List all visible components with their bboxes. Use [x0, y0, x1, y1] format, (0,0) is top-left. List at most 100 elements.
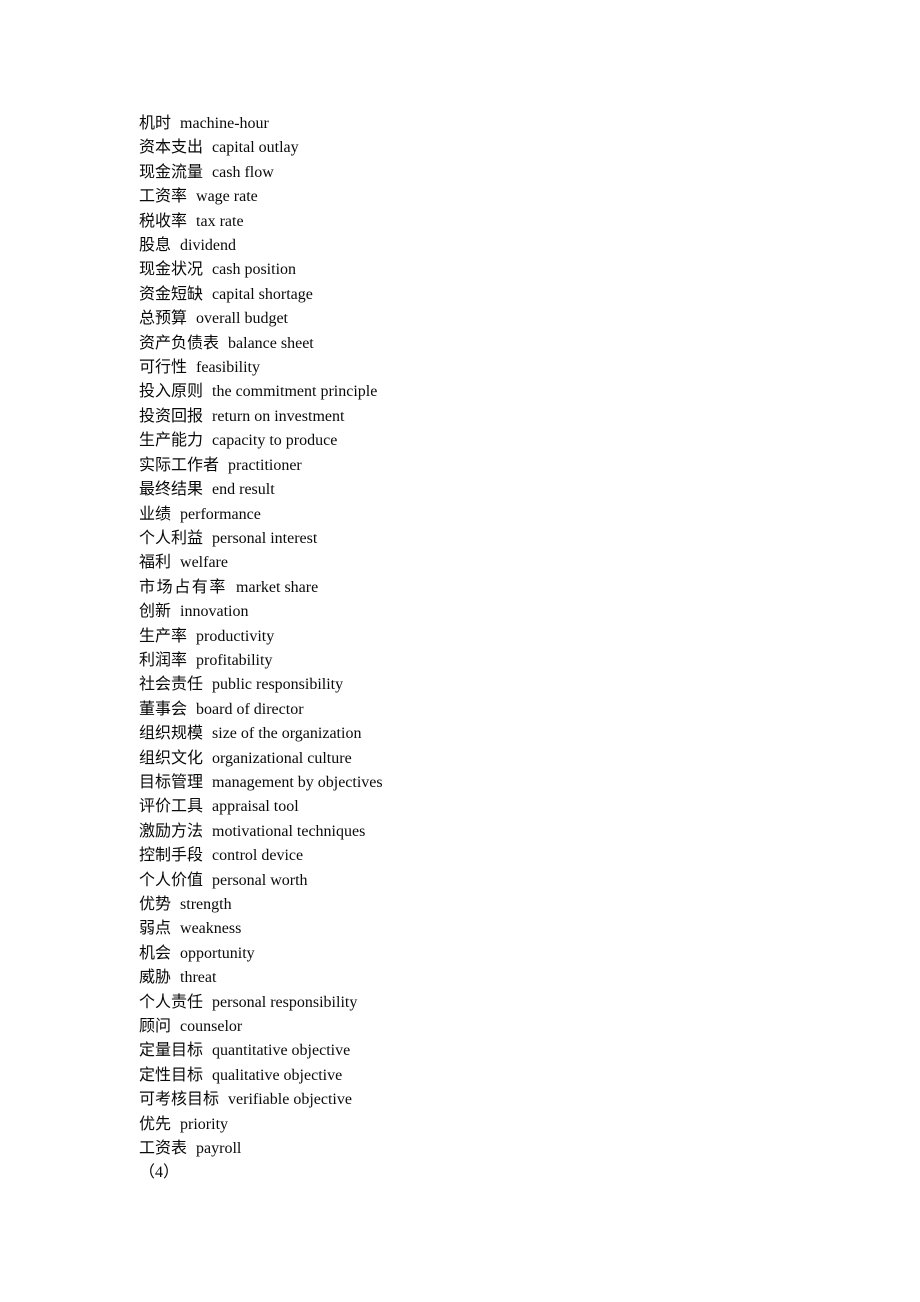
- glossary-entry: 可考核目标 verifiable objective: [139, 1088, 839, 1112]
- glossary-entry: 生产能力 capacity to produce: [139, 429, 839, 453]
- glossary-entry: 工资率 wage rate: [139, 185, 839, 209]
- entry-term: 定量目标: [139, 1042, 204, 1060]
- document-page: 机时 machine-hour 资本支出 capital outlay 现金流量 cash…: [0, 0, 920, 1302]
- entry-term: 利润率: [139, 651, 188, 669]
- glossary-entry: 投入原则 the commitment principle: [139, 380, 839, 404]
- entry-gloss: board of director: [196, 700, 304, 718]
- entry-gloss: end result: [212, 481, 275, 499]
- glossary-entry: 社会责任 public responsibility: [139, 673, 839, 697]
- entry-gloss: threat: [180, 969, 217, 987]
- entry-term: 业绩: [139, 505, 172, 523]
- glossary-entry: 最终结果 end result: [139, 478, 839, 502]
- glossary-entry: 业绩 performance: [139, 503, 839, 527]
- entry-term: 股息: [139, 237, 172, 255]
- entry-gloss: wage rate: [196, 188, 258, 206]
- glossary-entry: 生产率 productivity: [139, 625, 839, 649]
- entry-gloss: dividend: [180, 237, 237, 255]
- entry-term: 工资表: [139, 1140, 188, 1158]
- entry-gloss: control device: [212, 847, 304, 865]
- glossary-entry: 优先 priority: [139, 1113, 839, 1137]
- entry-term: 现金状况: [139, 261, 204, 279]
- glossary-entry: 机时 machine-hour: [139, 112, 839, 136]
- glossary-entry: 现金流量 cash flow: [139, 161, 839, 185]
- glossary-entry: 利润率 profitability: [139, 649, 839, 673]
- entry-gloss: balance sheet: [228, 334, 314, 352]
- glossary-entry: 董事会 board of director: [139, 698, 839, 722]
- entry-term: 工资率: [139, 188, 188, 206]
- entry-term: 投入原则: [139, 383, 204, 401]
- entry-term: 定性目标: [139, 1066, 204, 1084]
- glossary-entry: 优势 strength: [139, 893, 839, 917]
- entry-gloss: cash flow: [212, 163, 274, 181]
- entry-gloss: verifiable objective: [228, 1091, 352, 1109]
- entry-gloss: payroll: [196, 1140, 242, 1158]
- glossary-entry: 顾问 counselor: [139, 1015, 839, 1039]
- entry-term: 个人价值: [139, 871, 204, 889]
- entry-gloss: cash position: [212, 261, 297, 279]
- entry-gloss: counselor: [180, 1018, 243, 1036]
- entry-term: 生产率: [139, 627, 188, 645]
- entry-gloss: organizational culture: [212, 749, 352, 767]
- entry-term: 组织文化: [139, 749, 204, 767]
- entry-gloss: profitability: [196, 651, 273, 669]
- entry-term: 资金短缺: [139, 285, 204, 303]
- entry-gloss: capital outlay: [212, 139, 299, 157]
- glossary-entry: 工资表 payroll: [139, 1137, 839, 1161]
- glossary-entry: 税收率 tax rate: [139, 210, 839, 234]
- entry-gloss: motivational techniques: [212, 822, 366, 840]
- section-marker: （4）: [139, 1164, 180, 1181]
- glossary-entry: 个人利益 personal interest: [139, 527, 839, 551]
- entry-gloss: feasibility: [196, 359, 260, 377]
- glossary-entry: 现金状况 cash position: [139, 258, 839, 282]
- entry-gloss: machine-hour: [180, 115, 269, 132]
- entry-gloss: market share: [236, 578, 319, 596]
- entry-term: 目标管理: [139, 773, 204, 791]
- entry-term: 组织规模: [139, 725, 204, 743]
- glossary-entry: 威胁 threat: [139, 966, 839, 990]
- entry-term: 机会: [139, 944, 172, 962]
- entry-term: 激励方法: [139, 822, 204, 840]
- glossary-entry: 资产负债表 balance sheet: [139, 332, 839, 356]
- entry-gloss: capital shortage: [212, 285, 313, 303]
- entry-gloss: qualitative objective: [212, 1066, 343, 1084]
- glossary-entry: 组织规模 size of the organization: [139, 722, 839, 746]
- glossary-entry: 控制手段 control device: [139, 844, 839, 868]
- entry-term: 可考核目标: [139, 1091, 220, 1109]
- entry-gloss: innovation: [180, 603, 249, 621]
- entry-term: 税收率: [139, 212, 188, 230]
- glossary-entry: 可行性 feasibility: [139, 356, 839, 380]
- entry-term: 生产能力: [139, 432, 204, 450]
- entry-term: 个人利益: [139, 529, 204, 547]
- glossary-entry: 股息 dividend: [139, 234, 839, 258]
- glossary-entry: 个人价值 personal worth: [139, 869, 839, 893]
- entry-gloss: public responsibility: [212, 676, 344, 694]
- entry-gloss: personal worth: [212, 871, 308, 889]
- glossary-entry: 组织文化 organizational culture: [139, 747, 839, 771]
- entry-term: 可行性: [139, 359, 188, 377]
- entry-gloss: personal responsibility: [212, 993, 358, 1011]
- entry-term: 福利: [139, 554, 172, 572]
- glossary-entry: 资本支出 capital outlay: [139, 136, 839, 160]
- entry-gloss: appraisal tool: [212, 798, 299, 816]
- glossary-entry: 市场占有率 market share: [139, 576, 839, 600]
- entry-gloss: size of the organization: [212, 725, 362, 743]
- entry-term: 总预算: [139, 310, 188, 328]
- entry-term: 威胁: [139, 969, 172, 987]
- glossary-entry: 定性目标 qualitative objective: [139, 1064, 839, 1088]
- entry-gloss: priority: [180, 1115, 229, 1133]
- entry-term: 资产负债表: [139, 334, 220, 352]
- entry-term: 社会责任: [139, 676, 204, 694]
- entry-term: 个人责任: [139, 993, 204, 1011]
- glossary-list: 机时 machine-hour 资本支出 capital outlay 现金流量 cash…: [139, 112, 839, 1161]
- glossary-entry: 激励方法 motivational techniques: [139, 820, 839, 844]
- glossary-entry: 机会 opportunity: [139, 942, 839, 966]
- glossary-entry: 定量目标 quantitative objective: [139, 1039, 839, 1063]
- entry-term: 市场占有率: [139, 578, 228, 596]
- entry-term: 实际工作者: [139, 456, 220, 474]
- entry-gloss: performance: [180, 505, 261, 523]
- glossary-entry: 总预算 overall budget: [139, 307, 839, 331]
- entry-term: 机时: [139, 115, 172, 132]
- entry-gloss: opportunity: [180, 944, 255, 962]
- entry-term: 资本支出: [139, 139, 204, 157]
- entry-term: 顾问: [139, 1018, 172, 1036]
